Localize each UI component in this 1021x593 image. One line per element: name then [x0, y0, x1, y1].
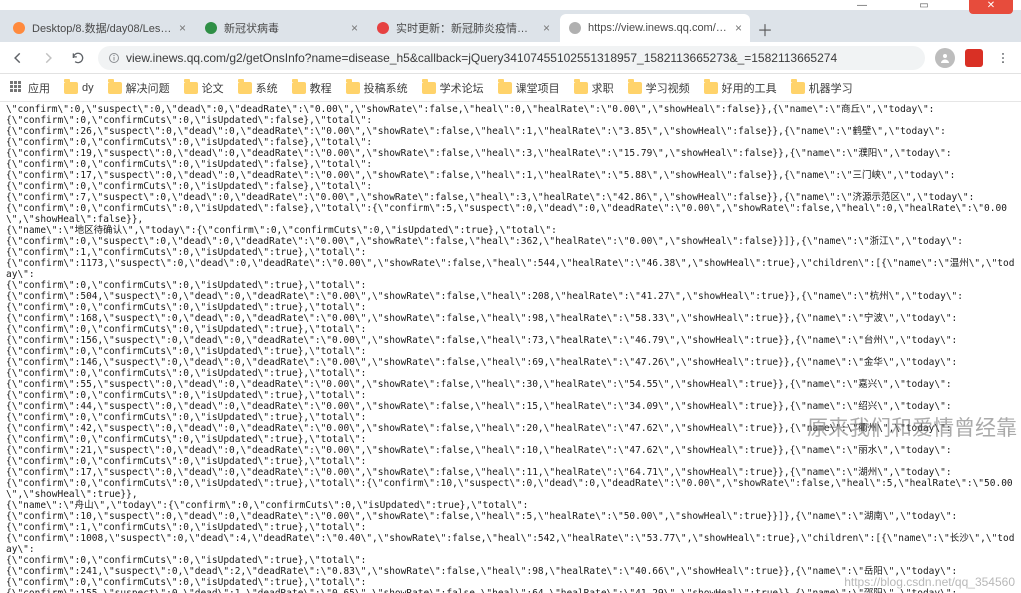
nav-back[interactable]	[8, 48, 28, 68]
extension-icon[interactable]	[965, 49, 983, 67]
bookmark-label: 解决问题	[126, 80, 170, 96]
address-bar-row: view.inews.qq.com/g2/getOnsInfo?name=dis…	[0, 42, 1021, 74]
bookmark-label: 投稿系统	[364, 80, 408, 96]
bookmark-label: 学习视频	[646, 80, 690, 96]
tab-close[interactable]: ×	[351, 21, 358, 35]
url-text: view.inews.qq.com/g2/getOnsInfo?name=dis…	[126, 51, 837, 65]
nav-forward[interactable]	[38, 48, 58, 68]
nav-reload[interactable]	[68, 48, 88, 68]
menu-icon[interactable]	[993, 48, 1013, 68]
bookmark-item[interactable]: dy	[64, 82, 94, 94]
folder-icon	[791, 82, 805, 94]
bookmark-label: 学术论坛	[440, 80, 484, 96]
bookmark-label: 教程	[310, 80, 332, 96]
folder-icon	[628, 82, 642, 94]
profile-avatar[interactable]	[935, 48, 955, 68]
bookmark-item[interactable]: 学术论坛	[422, 80, 484, 96]
favicon	[12, 21, 26, 35]
site-info-icon[interactable]	[108, 52, 120, 64]
tab-strip: Desktop/8.数据/day08/Lesson×新冠状病毒×实时更新：新冠肺…	[0, 10, 1021, 42]
bookmark-label: 论文	[202, 80, 224, 96]
folder-icon	[346, 82, 360, 94]
bookmark-item[interactable]: 解决问题	[108, 80, 170, 96]
json-response-body[interactable]: \"confirm\":0,\"suspect\":0,\"dead\":0,\…	[0, 102, 1021, 593]
window-titlebar: — ▭ ✕	[0, 0, 1021, 10]
tab-title: https://view.inews.qq.com/g2/	[588, 22, 729, 34]
bookmark-label: 机器学习	[809, 80, 853, 96]
apps-icon	[10, 81, 24, 95]
bookmark-label: 求职	[592, 80, 614, 96]
bookmark-item[interactable]: 学习视频	[628, 80, 690, 96]
bookmarks-bar: 应用 dy 解决问题 论文 系统 教程 投稿系统 学术论坛 课堂项目 求职 学习视频 好用的工具 机器学…	[0, 74, 1021, 102]
bookmark-item[interactable]: 系统	[238, 80, 278, 96]
tab-close[interactable]: ×	[735, 21, 742, 35]
tab-close[interactable]: ×	[543, 21, 550, 35]
bookmark-item[interactable]: 好用的工具	[704, 80, 777, 96]
browser-tab[interactable]: Desktop/8.数据/day08/Lesson ×	[4, 14, 194, 42]
bookmark-item[interactable]: 投稿系统	[346, 80, 408, 96]
tab-title: 实时更新：新冠肺炎疫情最新动	[396, 20, 537, 36]
window-minimize[interactable]: —	[845, 0, 879, 14]
tab-title: 新冠状病毒	[224, 20, 345, 36]
window-close[interactable]: ✕	[969, 0, 1013, 14]
bookmark-label: 系统	[256, 80, 278, 96]
favicon	[204, 21, 218, 35]
browser-tab[interactable]: https://view.inews.qq.com/g2/ ×	[560, 14, 750, 42]
folder-icon	[238, 82, 252, 94]
folder-icon	[64, 82, 78, 94]
bookmark-item[interactable]: 应用	[10, 80, 50, 96]
window-maximize[interactable]: ▭	[907, 0, 941, 14]
folder-icon	[498, 82, 512, 94]
bookmark-item[interactable]: 教程	[292, 80, 332, 96]
tab-close[interactable]: ×	[179, 21, 186, 35]
url-field[interactable]: view.inews.qq.com/g2/getOnsInfo?name=dis…	[98, 46, 925, 70]
bookmark-label: 课堂项目	[516, 80, 560, 96]
bookmark-item[interactable]: 课堂项目	[498, 80, 560, 96]
tab-title: Desktop/8.数据/day08/Lesson	[32, 20, 173, 36]
new-tab-button[interactable]: ＋	[752, 16, 778, 42]
browser-tab[interactable]: 新冠状病毒 ×	[196, 14, 366, 42]
bookmark-item[interactable]: 求职	[574, 80, 614, 96]
bookmark-item[interactable]: 论文	[184, 80, 224, 96]
bookmark-label: 好用的工具	[722, 80, 777, 96]
folder-icon	[704, 82, 718, 94]
folder-icon	[574, 82, 588, 94]
bookmark-label: 应用	[28, 80, 50, 96]
bookmark-label: dy	[82, 82, 94, 94]
bookmark-item[interactable]: 机器学习	[791, 80, 853, 96]
favicon	[376, 21, 390, 35]
browser-tab[interactable]: 实时更新：新冠肺炎疫情最新动 ×	[368, 14, 558, 42]
folder-icon	[108, 82, 122, 94]
page-viewport[interactable]: \"confirm\":0,\"suspect\":0,\"dead\":0,\…	[0, 102, 1021, 593]
folder-icon	[184, 82, 198, 94]
folder-icon	[292, 82, 306, 94]
folder-icon	[422, 82, 436, 94]
favicon	[568, 21, 582, 35]
